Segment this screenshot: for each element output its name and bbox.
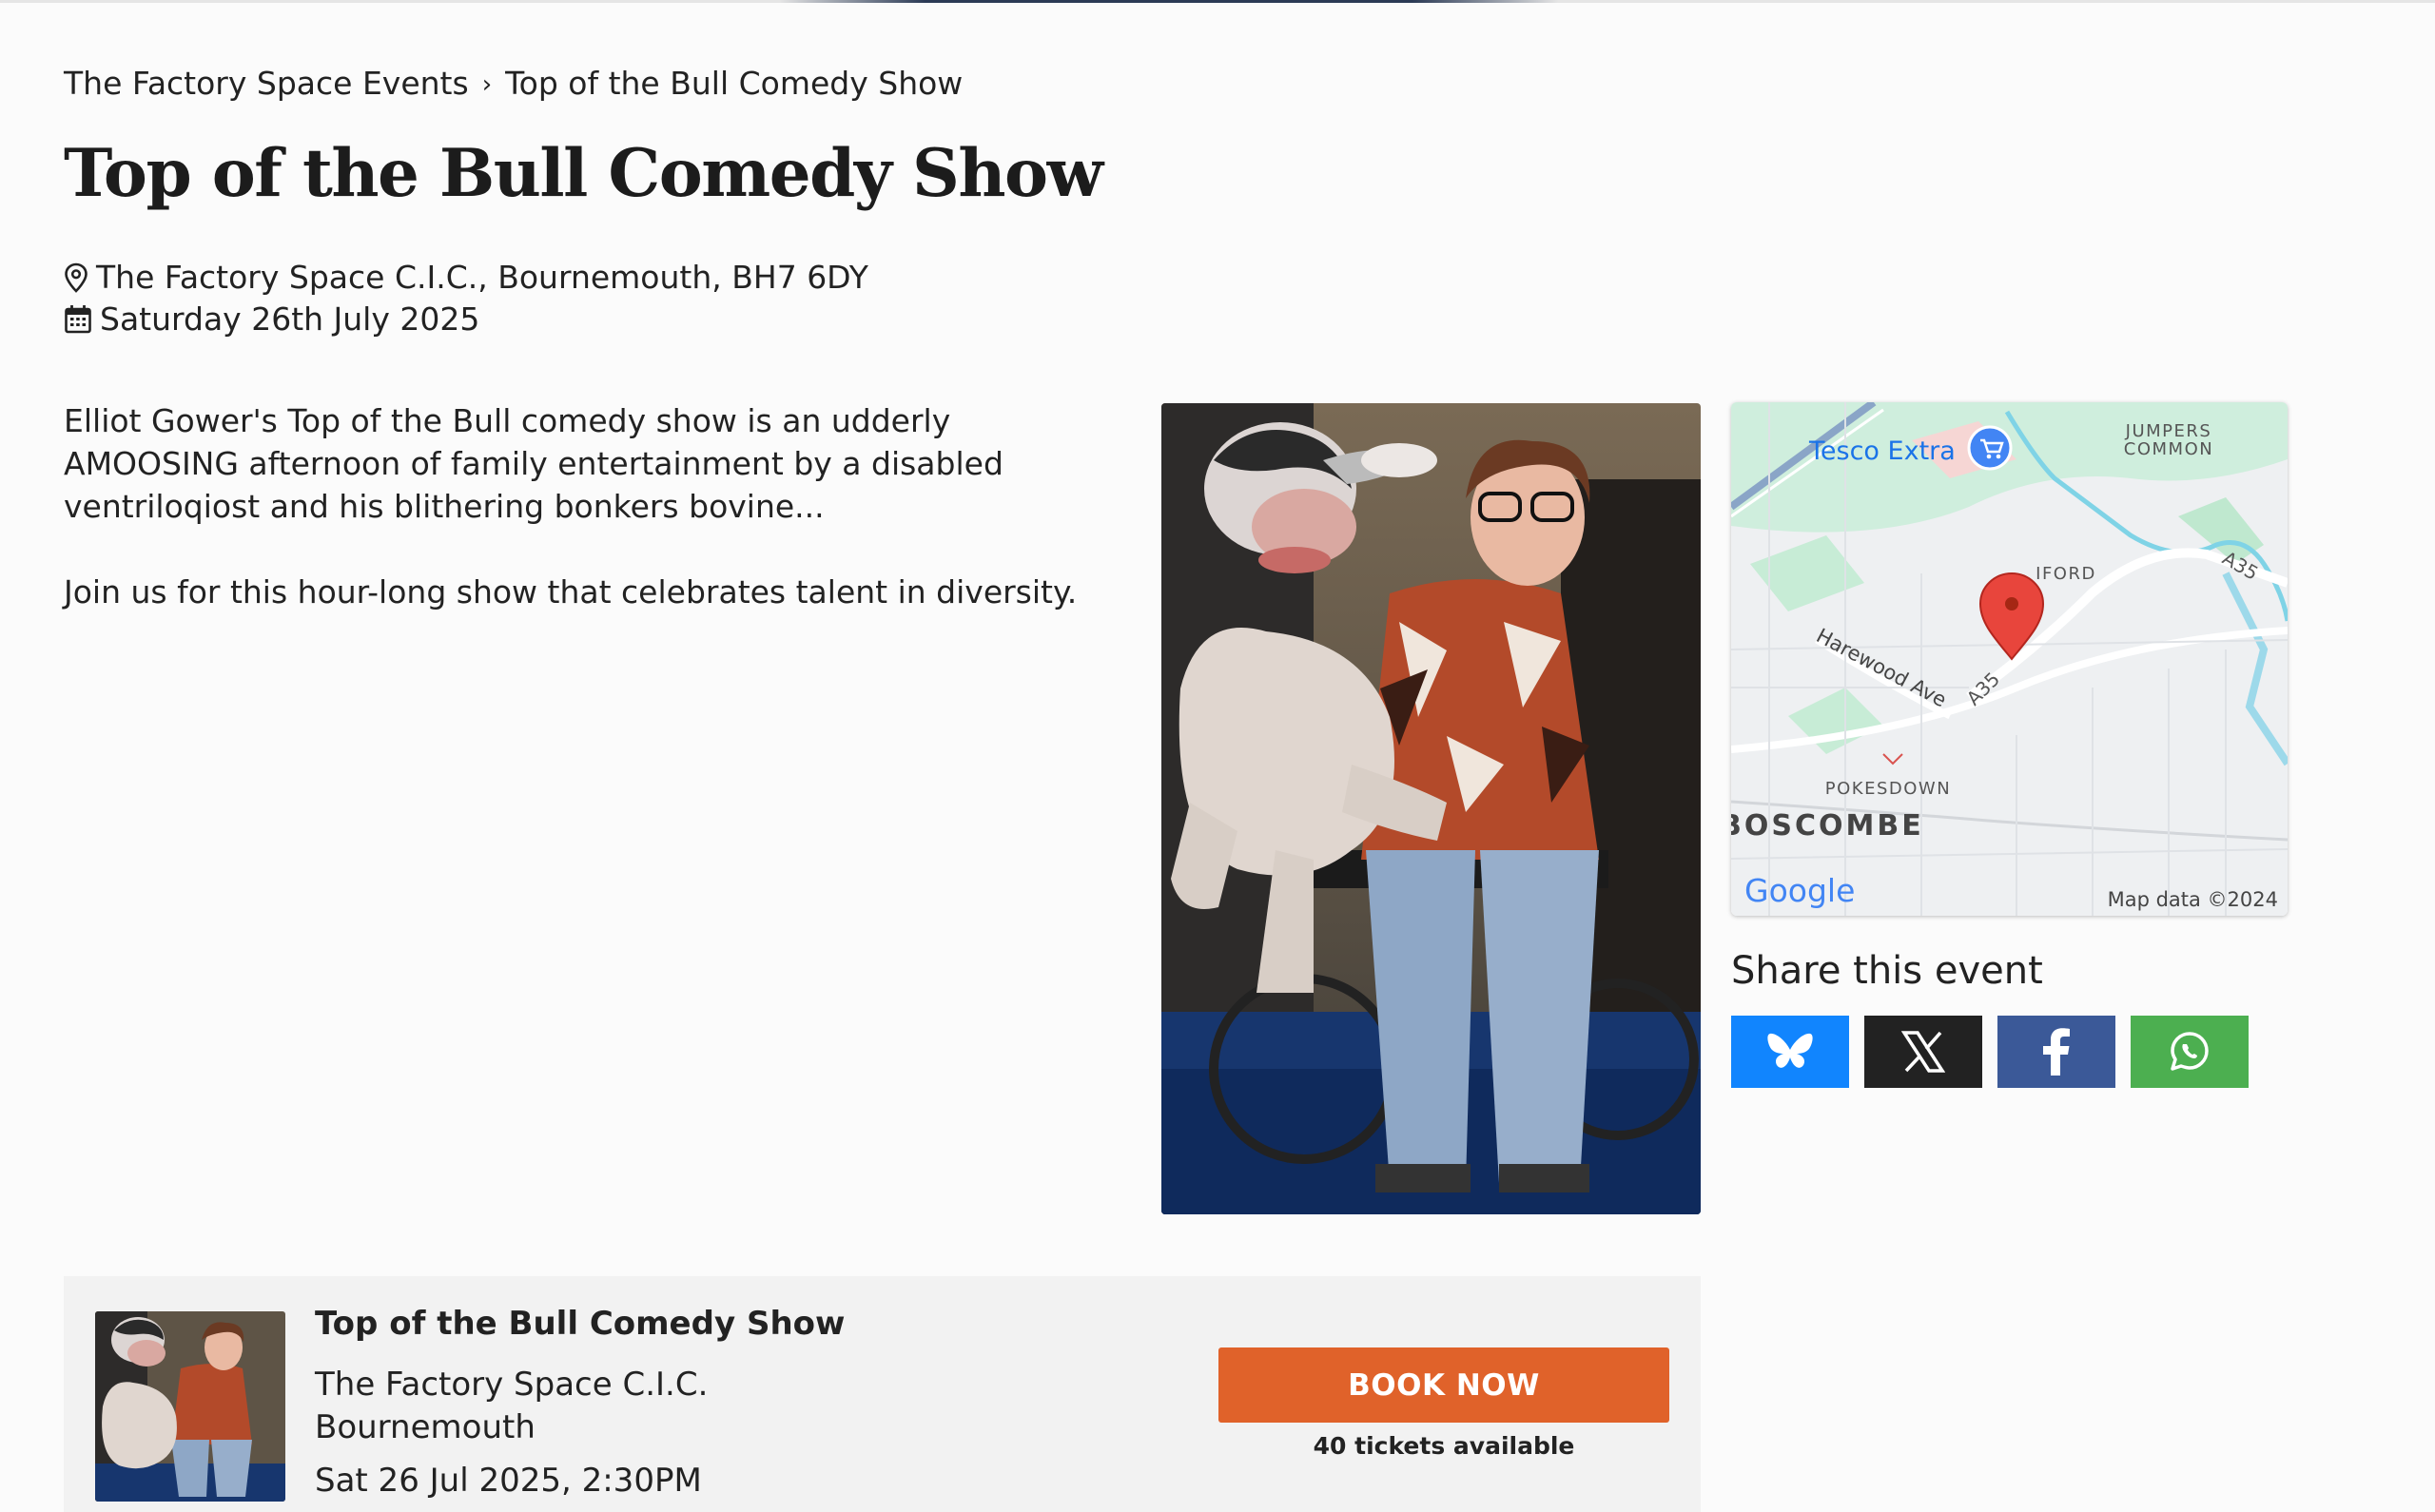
share-whatsapp-button[interactable]: [2131, 1016, 2249, 1088]
map-label-iford: IFORD: [2036, 564, 2096, 584]
event-location: The Factory Space C.I.C., Bournemouth, B…: [64, 259, 868, 296]
top-progress-line: [0, 0, 2435, 3]
event-date-text: Saturday 26th July 2025: [100, 300, 480, 338]
booking-venue-city: Bournemouth: [315, 1408, 536, 1446]
page: The Factory Space Events › Top of the Bull…: [0, 0, 2435, 1512]
share-facebook-button[interactable]: [1997, 1016, 2115, 1088]
map-pin-icon: [65, 262, 88, 293]
google-logo: Google: [1744, 872, 1855, 909]
map-label-pokesdown: POKESDOWN: [1825, 779, 1951, 799]
map-label-jumpers-2: COMMON: [2124, 439, 2213, 459]
bluesky-butterfly-icon: [1767, 1033, 1813, 1068]
booking-venue-name: The Factory Space C.I.C.: [315, 1366, 709, 1404]
booking-datetime: Sat 26 Jul 2025, 2:30PM: [315, 1462, 702, 1500]
shopping-cart-icon: [1967, 425, 2013, 471]
event-location-text: The Factory Space C.I.C., Bournemouth, B…: [96, 259, 868, 296]
breadcrumb-separator: ›: [481, 70, 493, 99]
map-label-boscombe: BOSCOMBE: [1731, 809, 1924, 843]
breadcrumb-parent-link[interactable]: The Factory Space Events: [64, 65, 469, 102]
map-label-tesco: Tesco Extra: [1808, 436, 1956, 466]
breadcrumb: The Factory Space Events › Top of the Bull…: [64, 65, 963, 102]
booking-venue: The Factory Space C.I.C. Bournemouth: [315, 1364, 708, 1449]
event-description: Elliot Gower's Top of the Bull comedy sh…: [64, 399, 1129, 656]
page-title: Top of the Bull Comedy Show: [64, 135, 1103, 212]
share-heading: Share this event: [1731, 949, 2043, 993]
booking-thumbnail: [95, 1311, 285, 1502]
whatsapp-icon: [2171, 1032, 2209, 1071]
booking-card: Top of the Bull Comedy Show The Factory …: [64, 1276, 1701, 1512]
map-label-jumpers-1: JUMPERS: [2125, 421, 2212, 441]
calendar-icon: [65, 304, 91, 333]
event-photo: [1161, 403, 1701, 1214]
description-paragraph: Elliot Gower's Top of the Bull comedy sh…: [64, 402, 1003, 525]
tickets-available: 40 tickets available: [1313, 1432, 1575, 1460]
event-date: Saturday 26th July 2025: [64, 300, 479, 338]
x-logo-icon: [1901, 1031, 1945, 1073]
location-map[interactable]: Tesco Extra JUMPERS COMMON IFORD A35 Har…: [1731, 402, 2288, 916]
description-paragraph: Join us for this hour-long show that cel…: [64, 573, 1078, 611]
share-x-button[interactable]: [1864, 1016, 1982, 1088]
map-attribution[interactable]: Map data ©2024: [2108, 888, 2278, 911]
share-bluesky-button[interactable]: [1731, 1016, 1849, 1088]
breadcrumb-current: Top of the Bull Comedy Show: [505, 65, 964, 102]
facebook-f-icon: [2043, 1028, 2070, 1076]
booking-event-title: Top of the Bull Comedy Show: [315, 1305, 846, 1343]
book-now-button[interactable]: BOOK NOW: [1218, 1347, 1669, 1423]
